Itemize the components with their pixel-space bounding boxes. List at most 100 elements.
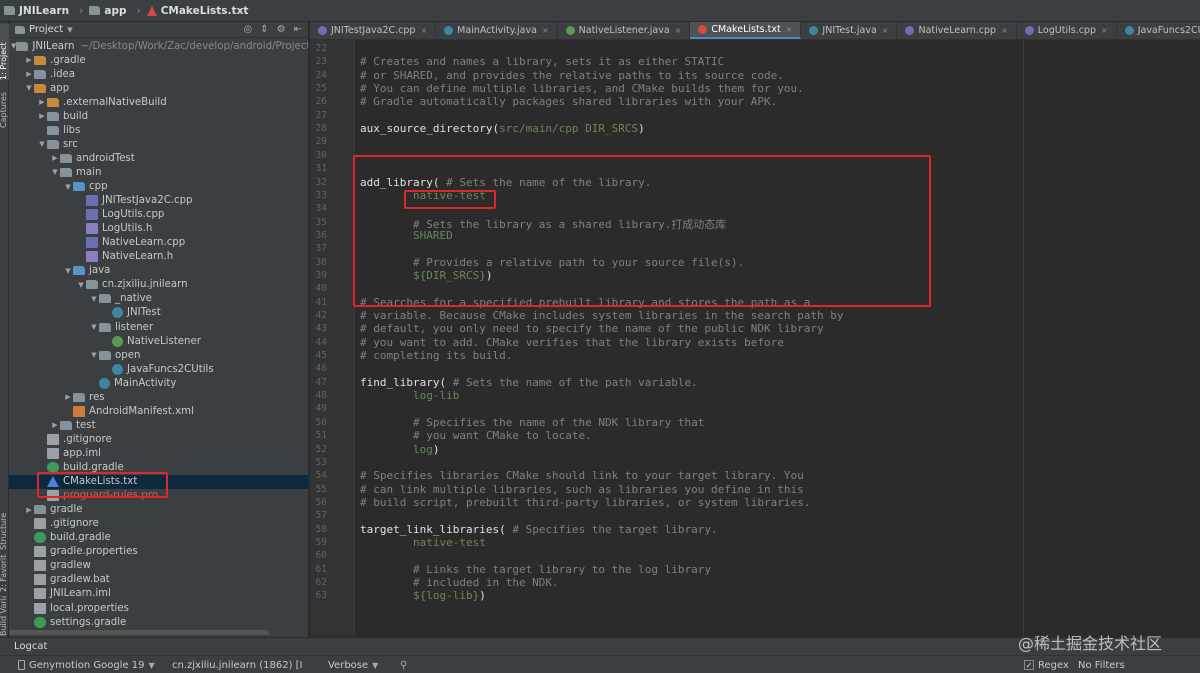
collapsed-arrow-icon[interactable]: ▶ <box>50 421 60 429</box>
collapsed-arrow-icon[interactable]: ▶ <box>24 506 34 514</box>
log-level-selector[interactable]: Verbose ▼ <box>324 658 390 672</box>
expanded-arrow-icon[interactable]: ▼ <box>89 295 99 303</box>
expanded-arrow-icon[interactable]: ▼ <box>63 183 73 191</box>
tree-item[interactable]: LogUtils.cpp <box>9 208 308 222</box>
tree-item[interactable]: ▼ _native <box>9 292 308 306</box>
tree-item[interactable]: JNITestJava2C.cpp <box>9 194 308 208</box>
expanded-arrow-icon[interactable]: ▼ <box>24 84 34 92</box>
tree-item[interactable]: ▶ res <box>9 390 308 404</box>
close-icon[interactable]: × <box>882 26 889 35</box>
tree-item[interactable]: ▼ java <box>9 264 308 278</box>
close-icon[interactable]: × <box>675 26 682 35</box>
tree-item[interactable]: JNILearn.iml <box>9 587 308 601</box>
expanded-arrow-icon[interactable]: ▼ <box>63 267 73 275</box>
cmake-icon <box>146 5 157 16</box>
tree-item-label: .externalNativeBuild <box>63 96 167 108</box>
tree-item[interactable]: gradlew.bat <box>9 573 308 587</box>
tree-item[interactable]: .gitignore <box>9 432 308 446</box>
tree-item[interactable]: JavaFuncs2CUtils <box>9 362 308 376</box>
tree-item-label: cpp <box>89 181 108 192</box>
tree-item[interactable]: ▶ test <box>9 418 308 432</box>
tree-item[interactable]: local.properties <box>9 601 308 615</box>
editor-tab[interactable]: JavaFuncs2CUtils.java× <box>1117 22 1200 39</box>
tree-item-label: AndroidManifest.xml <box>89 405 194 417</box>
close-icon[interactable]: × <box>1101 26 1108 35</box>
tree-item[interactable]: ▼ cpp <box>9 180 308 194</box>
tree-item[interactable]: ▼ main <box>9 165 308 179</box>
expanded-arrow-icon[interactable]: ▼ <box>37 140 47 148</box>
tree-item[interactable]: .gitignore <box>9 517 308 531</box>
collapsed-arrow-icon[interactable]: ▶ <box>24 56 34 64</box>
editor-tab[interactable]: MainActivity.java × <box>436 22 558 39</box>
expanded-arrow-icon[interactable]: ▼ <box>89 323 99 331</box>
tree-item[interactable]: ▶ .gradle <box>9 53 308 67</box>
hide-icon[interactable]: ⇤ <box>294 24 302 35</box>
collapsed-arrow-icon[interactable]: ▶ <box>24 70 34 78</box>
regex-checkbox[interactable]: ✓ Regex <box>1020 658 1080 672</box>
tree-item-label: res <box>89 391 105 403</box>
file-txt-icon <box>47 433 59 445</box>
editor-tab[interactable]: NativeLearn.cpp × <box>897 22 1017 39</box>
editor-tab[interactable]: NativeListener.java × <box>558 22 691 39</box>
gear-icon[interactable]: ⚙ <box>277 24 286 35</box>
editor-tab[interactable]: LogUtils.cpp × <box>1017 22 1117 39</box>
tree-item[interactable]: ▼ cn.zjxiliu.jnilearn <box>9 278 308 292</box>
collapsed-arrow-icon[interactable]: ▶ <box>63 393 73 401</box>
close-icon[interactable]: × <box>1001 26 1008 35</box>
tree-item[interactable]: ▼ JNILearn ~/Desktop/Work/Zac/develop/andr… <box>9 39 308 53</box>
expanded-arrow-icon[interactable]: ▼ <box>76 281 86 289</box>
project-view-selector[interactable]: Project ▼ <box>15 24 73 35</box>
tree-item[interactable]: ▼ src <box>9 137 308 151</box>
file-gradle-icon <box>34 532 46 544</box>
breadcrumb-label: JNILearn <box>19 4 70 17</box>
tree-item[interactable]: MainActivity <box>9 376 308 390</box>
expanded-arrow-icon[interactable]: ▼ <box>50 168 60 176</box>
tree-item[interactable]: settings.gradle <box>9 615 308 629</box>
tree-item[interactable]: ▶ build <box>9 109 308 123</box>
tree-item[interactable]: libs <box>9 123 308 137</box>
tree-item[interactable]: ▼ app <box>9 81 308 95</box>
tree-item[interactable]: gradle.properties <box>9 545 308 559</box>
tree-item[interactable]: ▶ androidTest <box>9 151 308 165</box>
tree-item[interactable]: NativeListener <box>9 334 308 348</box>
breadcrumb-file[interactable]: CMakeLists.txt <box>146 5 248 17</box>
breadcrumb-module[interactable]: app <box>89 5 126 17</box>
close-icon[interactable]: × <box>786 25 793 34</box>
tree-item-label: JNITestJava2C.cpp <box>102 195 193 207</box>
project-toolbar: ◎ ⇕ ⚙ ⇤ <box>244 24 308 35</box>
tree-item[interactable]: AndroidManifest.xml <box>9 404 308 418</box>
editor-tab[interactable]: JNITestJava2C.cpp × <box>310 22 437 39</box>
tree-item[interactable]: NativeLearn.cpp <box>9 236 308 250</box>
tree-item[interactable]: ▶ .externalNativeBuild <box>9 95 308 109</box>
tree-item[interactable]: ▶ gradle <box>9 503 308 517</box>
code-editor[interactable]: # Creates and names a library, sets it a… <box>356 40 1200 637</box>
tree-item[interactable]: LogUtils.h <box>9 222 308 236</box>
horizontal-scrollbar[interactable] <box>9 630 269 635</box>
editor-tab[interactable]: JNITest.java × <box>801 22 898 39</box>
tree-item[interactable]: build.gradle <box>9 531 308 545</box>
tree-item-label: cn.zjxiliu.jnilearn <box>102 279 188 291</box>
collapse-icon[interactable]: ⇕ <box>260 24 268 35</box>
editor-tab[interactable]: CMakeLists.txt × <box>690 22 802 39</box>
breadcrumb-project[interactable]: JNILearn <box>4 5 69 17</box>
tree-item[interactable]: ▶ .idea <box>9 67 308 81</box>
collapsed-arrow-icon[interactable]: ▶ <box>37 98 47 106</box>
close-icon[interactable]: × <box>420 26 427 35</box>
code-line: ${log-lib}) <box>360 589 486 602</box>
tree-item[interactable]: NativeLearn.h <box>9 250 308 264</box>
filter-selector[interactable]: No Filters <box>1074 658 1174 672</box>
tree-item[interactable]: JNITest <box>9 306 308 320</box>
target-icon[interactable]: ◎ <box>244 24 253 35</box>
device-selector[interactable]: Genymotion Google 19 ▼ <box>14 658 160 672</box>
tree-item[interactable]: gradlew <box>9 559 308 573</box>
expanded-arrow-icon[interactable]: ▼ <box>89 351 99 359</box>
process-selector[interactable]: cn.zjxiliu.jnilearn (1862) [I <box>168 658 308 672</box>
close-icon[interactable]: × <box>542 26 549 35</box>
logcat-search-input[interactable]: ⚲ <box>396 658 500 672</box>
collapsed-arrow-icon[interactable]: ▶ <box>50 154 60 162</box>
tree-item[interactable]: ▼ open <box>9 348 308 362</box>
collapsed-arrow-icon[interactable]: ▶ <box>37 112 47 120</box>
tree-item[interactable]: ▼ listener <box>9 320 308 334</box>
tree-item[interactable]: app.iml <box>9 446 308 460</box>
filter-label: No Filters <box>1078 659 1125 671</box>
